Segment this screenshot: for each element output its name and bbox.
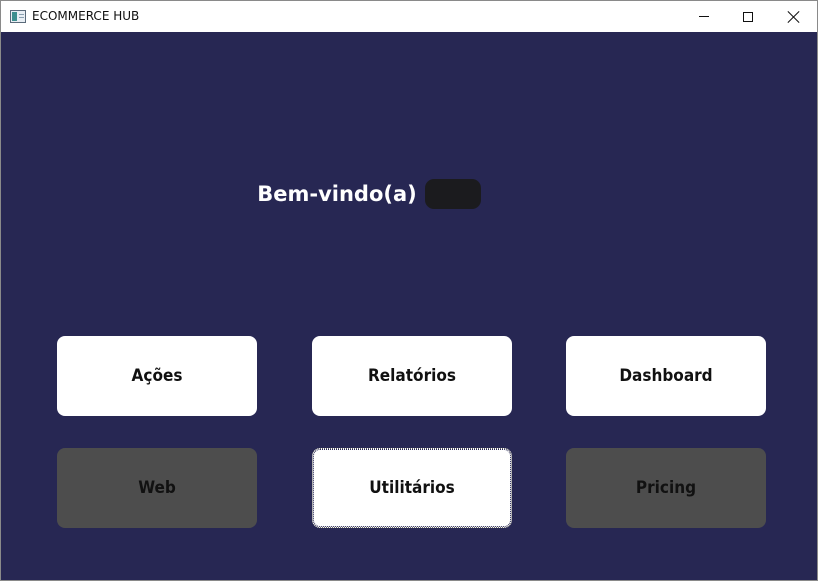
welcome-heading: Bem-vindo(a) <box>1 179 817 209</box>
web-button[interactable]: Web <box>57 448 257 528</box>
maximize-button[interactable] <box>725 1 771 32</box>
dashboard-button-label: Dashboard <box>619 366 713 386</box>
app-window: ECOMMERCE HUB Bem-vindo(a) Ações Relatór… <box>0 0 818 581</box>
minimize-button[interactable] <box>681 1 727 32</box>
relatorios-button[interactable]: Relatórios <box>312 336 512 416</box>
close-icon <box>788 11 800 23</box>
dashboard-button[interactable]: Dashboard <box>566 336 766 416</box>
redacted-username <box>424 179 481 209</box>
welcome-text: Bem-vindo(a) <box>257 182 417 206</box>
title-bar[interactable]: ECOMMERCE HUB <box>1 1 817 32</box>
acoes-button-label: Ações <box>131 366 183 386</box>
acoes-button[interactable]: Ações <box>57 336 257 416</box>
relatorios-button-label: Relatórios <box>368 366 456 386</box>
maximize-icon <box>743 11 753 22</box>
utilitarios-button-label: Utilitários <box>369 478 455 498</box>
app-icon <box>10 10 26 23</box>
minimize-icon <box>699 16 709 17</box>
main-panel: Bem-vindo(a) Ações Relatórios Dashboard … <box>1 32 817 580</box>
pricing-button[interactable]: Pricing <box>566 448 766 528</box>
utilitarios-button[interactable]: Utilitários <box>312 448 512 528</box>
close-button[interactable] <box>771 1 817 32</box>
pricing-button-label: Pricing <box>635 478 697 498</box>
web-button-label: Web <box>138 478 176 498</box>
window-title: ECOMMERCE HUB <box>32 9 140 23</box>
